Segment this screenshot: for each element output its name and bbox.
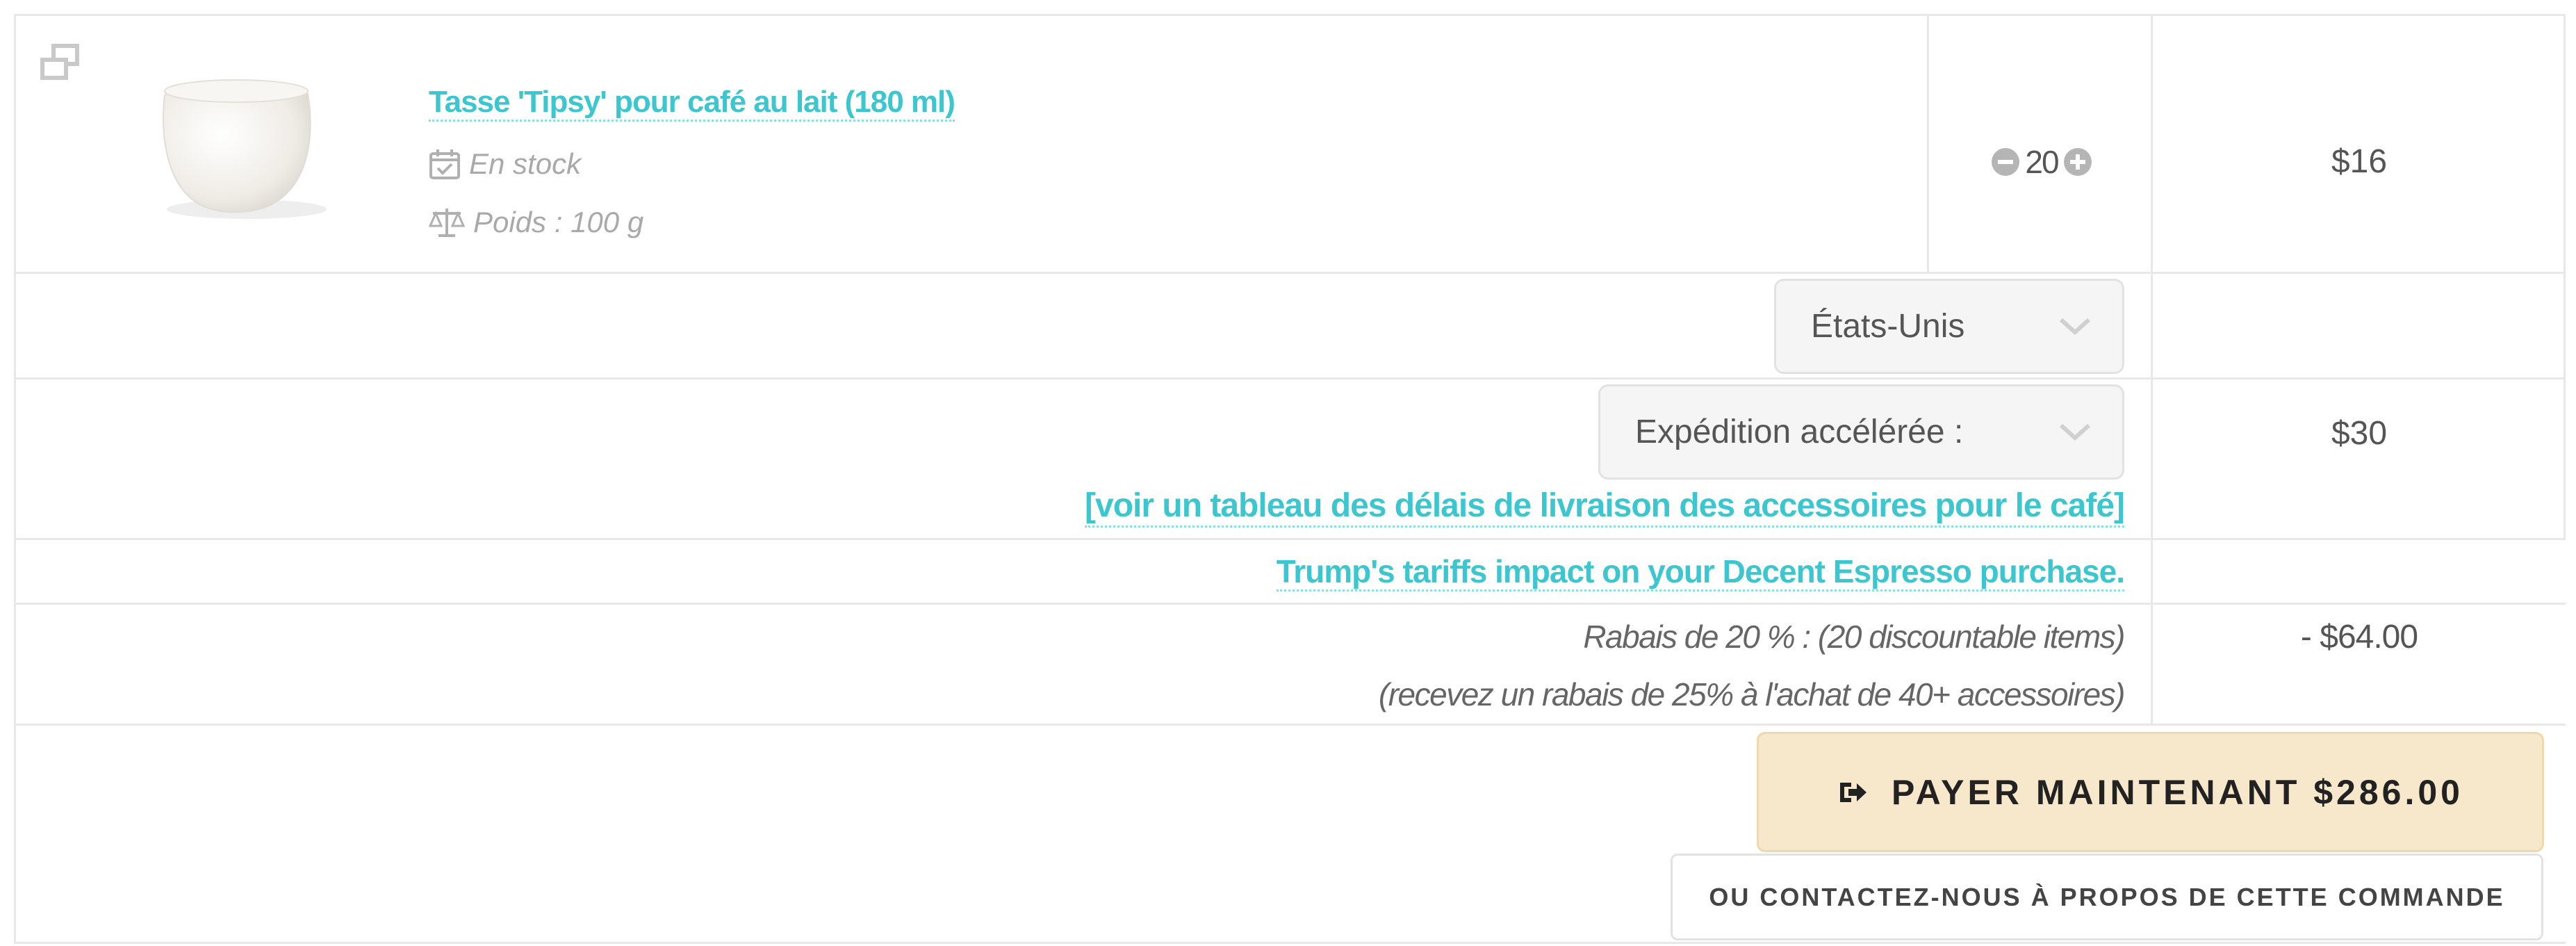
- qty-column-divider: [1927, 14, 1929, 274]
- pay-now-label: PAYER MAINTENANT $286.00: [1891, 772, 2463, 812]
- stock-text: En stock: [469, 147, 582, 180]
- row-divider: [14, 603, 2566, 605]
- item-price: $16: [2331, 143, 2388, 180]
- weight-text: Poids : 100 g: [473, 206, 644, 238]
- discount-amount: - $64.00: [2300, 619, 2418, 655]
- product-image[interactable]: [149, 73, 330, 222]
- white-cup-image: [163, 79, 327, 219]
- row-divider: [14, 538, 2566, 540]
- shipping-select[interactable]: Expédition accélérée :: [1598, 384, 2124, 480]
- shipping-select-value: Expédition accélérée :: [1635, 414, 1964, 450]
- row-divider: [14, 377, 2566, 380]
- country-select-value: États-Unis: [1811, 308, 1965, 345]
- chevron-down-icon: [2059, 318, 2091, 335]
- row-divider: [14, 272, 2566, 274]
- tariffs-link-wrap: Trump's tariffs impact on your Decent Es…: [1276, 553, 2125, 592]
- delivery-times-link[interactable]: [voir un tableau des délais de livraison…: [1085, 487, 2125, 528]
- row-divider: [14, 14, 2566, 16]
- stock-status: En stock: [429, 145, 581, 184]
- weight-info: Poids : 100 g: [429, 203, 643, 242]
- quantity-value[interactable]: 20: [2025, 143, 2059, 181]
- minus-circle-icon[interactable]: [1990, 147, 2021, 177]
- row-divider: [14, 724, 2566, 726]
- delivery-times-link-wrap: [voir un tableau des délais de livraison…: [1085, 487, 2125, 528]
- table-left-border: [14, 14, 16, 944]
- row-divider: [14, 942, 2566, 944]
- expand-toggle-icon[interactable]: [40, 43, 81, 82]
- country-select[interactable]: États-Unis: [1774, 279, 2124, 374]
- contact-button-label: OU CONTACTEZ-NOUS À PROPOS DE CETTE COMM…: [1709, 882, 2505, 911]
- calendar-check-icon: [429, 149, 460, 179]
- pay-now-button[interactable]: PAYER MAINTENANT $286.00: [1757, 732, 2544, 852]
- table-right-border: [2563, 14, 2566, 540]
- tariffs-link[interactable]: Trump's tariffs impact on your Decent Es…: [1276, 553, 2125, 592]
- sign-out-icon: [1839, 782, 1867, 802]
- contact-button[interactable]: OU CONTACTEZ-NOUS À PROPOS DE CETTE COMM…: [1671, 854, 2543, 940]
- price-column-divider: [2151, 14, 2153, 726]
- discount-label: Rabais de 20 % : (20 discountable items): [1583, 619, 2125, 655]
- chevron-down-icon: [2059, 423, 2091, 441]
- scale-icon: [429, 209, 465, 237]
- discount-note: (recevez un rabais de 25% à l'achat de 4…: [1378, 676, 2126, 712]
- shipping-price: $30: [2331, 415, 2388, 452]
- plus-circle-icon[interactable]: [2062, 147, 2093, 177]
- product-name-link[interactable]: Tasse 'Tipsy' pour café au lait (180 ml): [429, 85, 955, 122]
- quantity-stepper: 20: [1986, 142, 2097, 181]
